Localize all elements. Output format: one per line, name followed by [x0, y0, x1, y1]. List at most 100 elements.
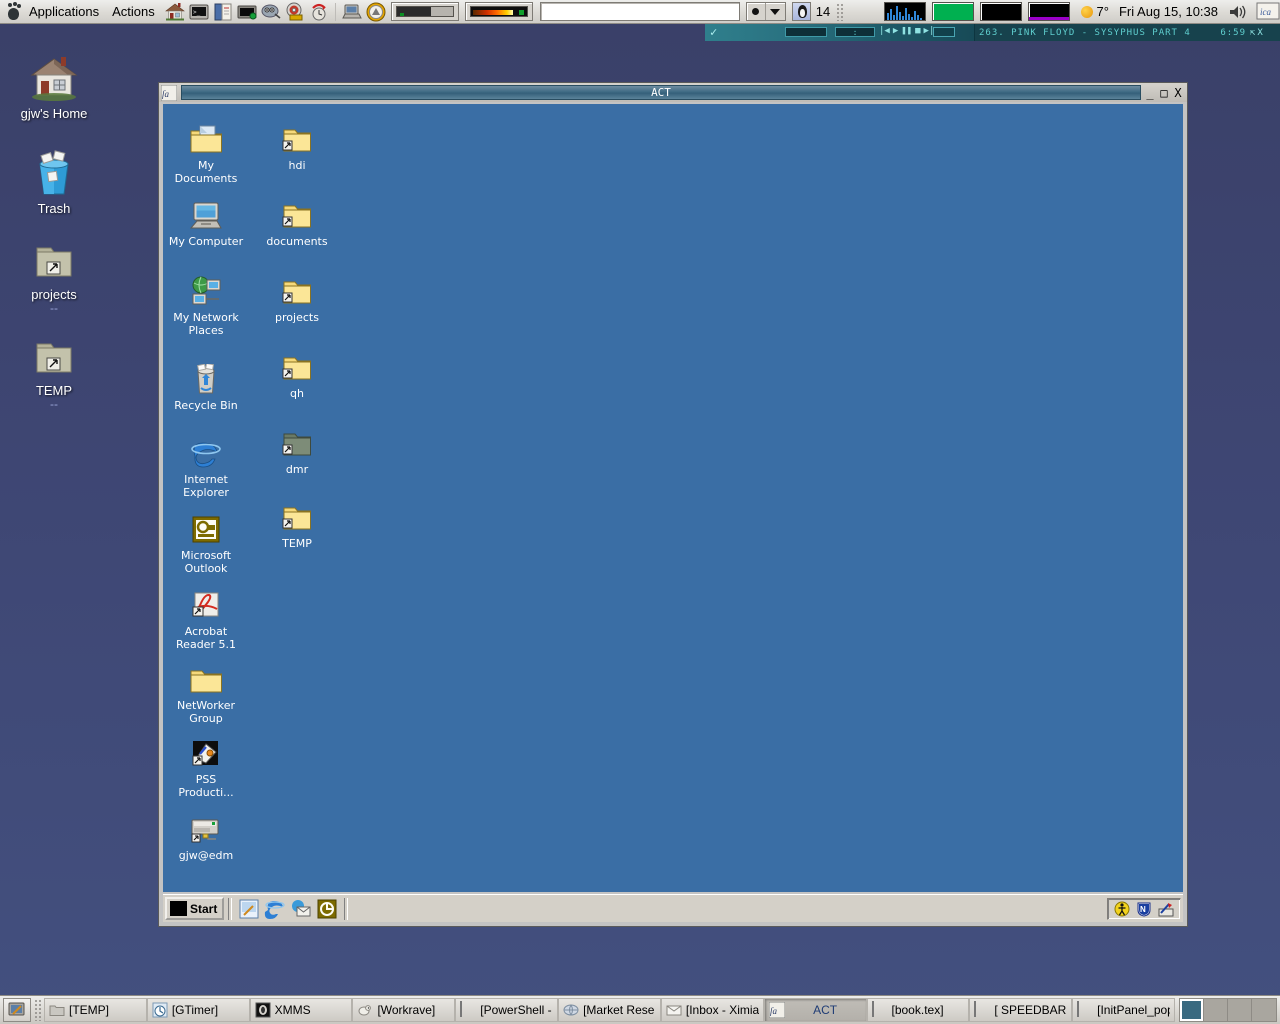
command-combo[interactable] — [746, 2, 786, 21]
workspace-1[interactable] — [1180, 999, 1204, 1021]
show-desktop-icon[interactable] — [238, 898, 260, 920]
taskbar-separator — [344, 898, 348, 920]
home-icon[interactable] — [163, 1, 187, 23]
tux-counter-applet[interactable]: 14 — [792, 2, 830, 21]
cpu-load-applet[interactable] — [391, 2, 459, 21]
task-button-market-research[interactable]: [Market Rese — [558, 998, 661, 1022]
win-icon-networker-group[interactable]: NetWorker Group — [168, 662, 244, 725]
xmms-controls-area[interactable]: ✓ : |◀ ▶ ❚❚ ■ ▶| ⏏ — [705, 24, 975, 41]
win-icon-internet-explorer[interactable]: Internet Explorer — [168, 436, 244, 499]
desktop-icon-projects[interactable]: projects -- — [4, 236, 104, 315]
maximize-button[interactable]: □ — [1157, 85, 1171, 100]
task-button-inbox[interactable]: [Inbox - Ximia — [661, 998, 764, 1022]
win-icon-hdi[interactable]: hdi — [259, 122, 335, 172]
terminal-icon[interactable]: >_ — [187, 1, 211, 23]
win-icon-qh[interactable]: qh — [259, 350, 335, 400]
start-button[interactable]: Start — [165, 897, 224, 920]
task-button-gtimer[interactable]: [GTimer] — [147, 998, 250, 1022]
system-tray[interactable]: N — [1107, 898, 1181, 920]
menu-actions[interactable]: Actions — [107, 2, 163, 22]
xmms-position-slider[interactable] — [785, 27, 827, 37]
accessibility-icon[interactable] — [1114, 901, 1130, 917]
laptop-icon[interactable] — [340, 1, 364, 23]
win-icon-gjw-edm[interactable]: gjw@edm — [168, 812, 244, 862]
win-icon-my-computer[interactable]: My Computer — [168, 198, 244, 248]
workspace-switcher[interactable] — [1179, 998, 1277, 1022]
window-icon — [460, 1002, 476, 1018]
task-button-act[interactable]: ſa ACT — [764, 998, 867, 1022]
task-label: [GTimer] — [172, 1003, 218, 1017]
task-label: XMMS — [275, 1003, 311, 1017]
xmms-close-button[interactable]: X — [1257, 28, 1262, 38]
xmms-window-controls[interactable]: ⇱ X — [1250, 24, 1280, 41]
task-button-speedbar[interactable]: [ SPEEDBAR — [969, 998, 1072, 1022]
gnome-foot-icon — [4, 2, 24, 22]
win-icon-pss-production[interactable]: PSS Producti... — [168, 736, 244, 799]
command-entry-input[interactable] — [540, 2, 740, 21]
win-icon-my-documents[interactable]: My Documents — [168, 122, 244, 185]
panel-grip[interactable] — [836, 3, 843, 21]
task-button-xmms[interactable]: XMMS — [250, 998, 353, 1022]
swap-monitor[interactable] — [1028, 2, 1070, 21]
desktop-icon-temp[interactable]: TEMP -- — [4, 332, 104, 411]
task-button-powershell[interactable]: [PowerShell - — [455, 998, 558, 1022]
net-load-monitor[interactable] — [884, 2, 926, 21]
desktop-icon-home[interactable]: gjw's Home — [4, 55, 104, 121]
gkrellm-icon[interactable]: ica — [1256, 2, 1280, 22]
panel-grip[interactable] — [34, 999, 41, 1021]
menu-applications[interactable]: Applications — [24, 2, 107, 22]
gimp-icon[interactable] — [259, 1, 283, 23]
windows-taskbar[interactable]: Start — [163, 894, 1183, 922]
xmms-play-button[interactable]: ▶ — [893, 26, 898, 36]
task-button-workrave[interactable]: [Workrave] — [352, 998, 455, 1022]
folder-link-icon — [4, 332, 104, 380]
disk-monitor[interactable] — [980, 2, 1022, 21]
workspace-4[interactable] — [1252, 999, 1276, 1021]
outlook-express-icon[interactable] — [290, 898, 312, 920]
workspace-2[interactable] — [1204, 999, 1228, 1021]
screen-icon[interactable] — [235, 1, 259, 23]
network-tray-icon[interactable] — [1158, 901, 1174, 917]
volume-icon[interactable] — [1228, 2, 1250, 22]
win-label: Microsoft Outlook — [168, 549, 244, 575]
shade-indicator-icon[interactable]: ⇱ — [1250, 28, 1255, 38]
win-icon-documents[interactable]: documents — [259, 198, 335, 248]
weather-applet[interactable]: 7° — [1081, 4, 1109, 19]
task-button-initpanel[interactable]: [InitPanel_pop — [1072, 998, 1175, 1022]
win-icon-temp[interactable]: TEMP — [259, 500, 335, 550]
act-desktop-area[interactable]: My Documents My Computer — [163, 104, 1183, 892]
win-label: My Network Places — [168, 311, 244, 337]
clock-alarm-icon[interactable] — [307, 1, 331, 23]
thermal-applet[interactable] — [465, 2, 533, 21]
act-window[interactable]: ſa ACT _ □ X My Documents — [158, 82, 1188, 927]
win-icon-acrobat-reader[interactable]: Acrobat Reader 5.1 — [168, 588, 244, 651]
workspace-3[interactable] — [1228, 999, 1252, 1021]
win-icon-microsoft-outlook[interactable]: Microsoft Outlook — [168, 512, 244, 575]
win-icon-my-network-places[interactable]: My Network Places — [168, 274, 244, 337]
xmms-prev-button[interactable]: |◀ — [879, 26, 890, 36]
show-desktop-button[interactable] — [3, 998, 31, 1022]
task-button-temp[interactable]: [TEMP] — [44, 998, 147, 1022]
internet-explorer-icon[interactable] — [264, 898, 286, 920]
chevron-down-icon[interactable] — [766, 3, 785, 20]
desktop-icon-trash[interactable]: Trash — [4, 150, 104, 216]
memory-monitor[interactable] — [932, 2, 974, 21]
act-titlebar[interactable]: ſa ACT _ □ X — [159, 83, 1187, 102]
gnome-foot-circle-icon[interactable] — [364, 1, 388, 23]
norton-antivirus-icon[interactable]: N — [1136, 901, 1152, 917]
task-button-booktex[interactable]: [book.tex] — [867, 998, 970, 1022]
win-icon-recycle-bin[interactable]: Recycle Bin — [168, 362, 244, 412]
xmms-panel-player[interactable]: ✓ : |◀ ▶ ❚❚ ■ ▶| ⏏ 263. PINK FLOYD - SYS… — [705, 24, 1280, 41]
text-editor-icon[interactable] — [211, 1, 235, 23]
win-icon-dmr[interactable]: dmr — [259, 426, 335, 476]
media-player-icon[interactable] — [316, 898, 338, 920]
desktop-icon-temp-sub: -- — [4, 398, 104, 411]
win-icon-projects[interactable]: projects — [259, 274, 335, 324]
xmms-stop-button[interactable]: ■ — [915, 26, 920, 36]
xmms-volume-slider[interactable] — [933, 27, 955, 37]
cd-writer-icon[interactable] — [283, 1, 307, 23]
clock-applet[interactable]: Fri Aug 15, 10:38 — [1119, 4, 1218, 19]
xmms-pause-button[interactable]: ❚❚ — [901, 26, 912, 36]
minimize-button[interactable]: _ — [1143, 85, 1157, 100]
close-button[interactable]: X — [1171, 85, 1185, 100]
